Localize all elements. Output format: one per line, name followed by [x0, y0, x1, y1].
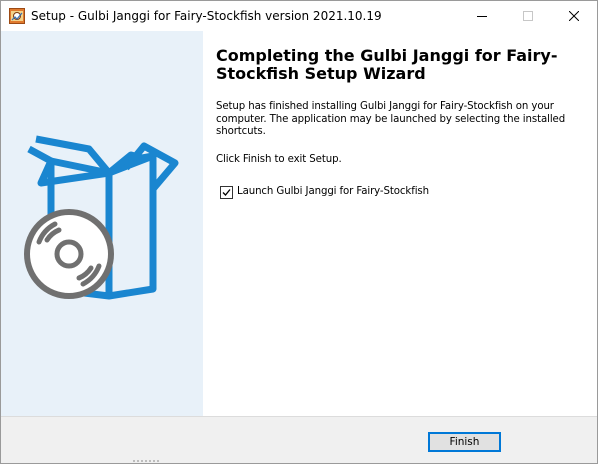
close-button[interactable]	[551, 1, 597, 31]
wizard-heading: Completing the Gulbi Janggi for Fairy-St…	[216, 46, 558, 83]
minimize-button[interactable]	[459, 1, 505, 31]
install-box-disc-icon	[24, 135, 179, 300]
window-title: Setup - Gulbi Janggi for Fairy-Stockfish…	[31, 9, 382, 23]
wizard-content: Completing the Gulbi Janggi for Fairy-St…	[204, 31, 597, 416]
maximize-button	[505, 1, 551, 31]
resize-grip-icon	[133, 460, 159, 462]
setup-wizard-window: Setup - Gulbi Janggi for Fairy-Stockfish…	[0, 0, 598, 464]
launch-app-label[interactable]: Launch Gulbi Janggi for Fairy-Stockfish	[237, 185, 429, 199]
finished-message: Setup has finished installing Gulbi Jang…	[216, 101, 566, 138]
setup-app-icon	[9, 8, 25, 24]
maximize-icon	[523, 11, 533, 21]
checkmark-icon	[222, 189, 231, 196]
finish-button[interactable]: Finish	[428, 432, 501, 452]
close-icon	[569, 11, 579, 21]
wizard-side-panel	[1, 31, 203, 416]
title-bar[interactable]: Setup - Gulbi Janggi for Fairy-Stockfish…	[1, 1, 597, 31]
launch-app-checkbox[interactable]	[220, 186, 233, 199]
exit-instruction: Click Finish to exit Setup.	[216, 154, 342, 165]
wizard-footer: Finish	[1, 416, 597, 463]
minimize-icon	[477, 16, 487, 17]
